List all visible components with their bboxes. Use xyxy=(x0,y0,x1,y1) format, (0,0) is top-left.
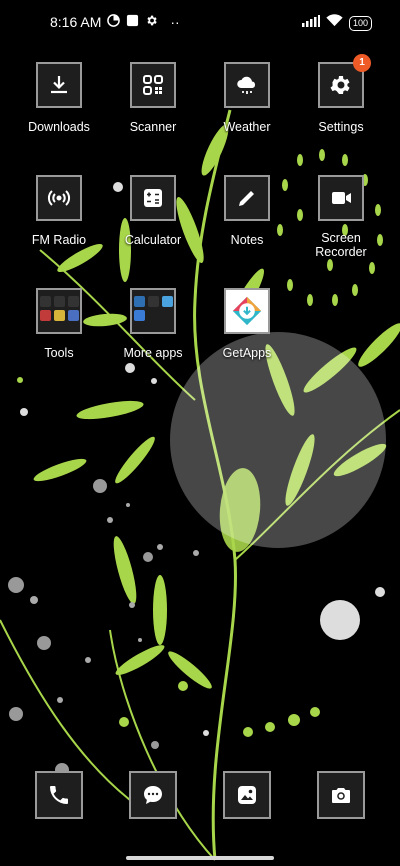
gear-icon: 1 xyxy=(318,54,371,108)
mini-app-icon xyxy=(67,296,79,307)
app-label: Screen Recorder xyxy=(315,231,367,259)
notification-badge: 1 xyxy=(353,54,371,72)
app-scanner[interactable]: Scanner xyxy=(108,62,198,134)
phone-icon xyxy=(35,771,83,819)
qr-code-icon xyxy=(130,62,176,108)
download-icon xyxy=(36,62,82,108)
pencil-icon xyxy=(224,175,270,221)
mini-app-icon xyxy=(53,310,65,321)
gear-icon xyxy=(145,14,158,30)
folder-icon xyxy=(130,288,176,334)
app-label: Downloads xyxy=(28,120,90,134)
more-icon: ·· xyxy=(170,14,180,30)
app-downloads[interactable]: Downloads xyxy=(14,62,104,134)
dock-camera[interactable] xyxy=(296,771,386,819)
home-indicator[interactable] xyxy=(126,856,274,860)
status-bar: 8:16 AM ·· 100 xyxy=(0,0,400,44)
mini-app-icon xyxy=(67,310,79,321)
app-screen-recorder[interactable]: Screen Recorder xyxy=(296,175,386,259)
app-label: Notes xyxy=(230,233,264,247)
cloud-rain-icon xyxy=(224,62,270,108)
dock-messages[interactable] xyxy=(108,771,198,819)
app-label: Scanner xyxy=(129,120,177,134)
folder-more-apps[interactable]: More apps xyxy=(108,288,198,360)
square-icon xyxy=(126,14,139,30)
mini-app-icon xyxy=(161,296,173,307)
app-label: Weather xyxy=(223,120,271,134)
mini-app-icon xyxy=(147,296,159,307)
folder-label: Tools xyxy=(44,346,74,360)
dock-gallery[interactable] xyxy=(202,771,292,819)
folder-icon xyxy=(36,288,82,334)
app-weather[interactable]: Weather xyxy=(202,62,292,134)
folder-tools[interactable]: Tools xyxy=(14,288,104,360)
folder-label: More apps xyxy=(123,346,183,360)
app-notes[interactable]: Notes xyxy=(202,175,292,247)
app-label: Calculator xyxy=(124,233,182,247)
app-fm-radio[interactable]: FM Radio xyxy=(14,175,104,247)
battery-indicator: 100 xyxy=(348,15,372,31)
app-label: GetApps xyxy=(222,346,272,360)
app-getapps[interactable]: GetApps xyxy=(202,288,292,360)
mini-app-icon xyxy=(39,296,51,307)
chat-icon xyxy=(129,771,177,819)
app-settings[interactable]: 1 Settings xyxy=(296,54,386,134)
status-time: 8:16 AM xyxy=(50,14,102,30)
data-saver-icon xyxy=(107,14,121,30)
getapps-icon xyxy=(224,288,270,334)
gallery-icon xyxy=(223,771,271,819)
app-label: FM Radio xyxy=(31,233,87,247)
wifi-icon xyxy=(326,14,343,32)
video-camera-icon xyxy=(318,175,364,221)
app-calculator[interactable]: Calculator xyxy=(108,175,198,247)
mini-app-icon xyxy=(133,296,145,307)
mini-app-icon xyxy=(133,310,145,321)
camera-icon xyxy=(317,771,365,819)
mini-app-icon xyxy=(39,310,51,321)
dock-phone[interactable] xyxy=(14,771,104,819)
calculator-icon xyxy=(130,175,176,221)
app-label: Settings xyxy=(318,120,364,134)
radio-icon xyxy=(36,175,82,221)
mini-app-icon xyxy=(53,296,65,307)
signal-icon xyxy=(301,14,320,32)
